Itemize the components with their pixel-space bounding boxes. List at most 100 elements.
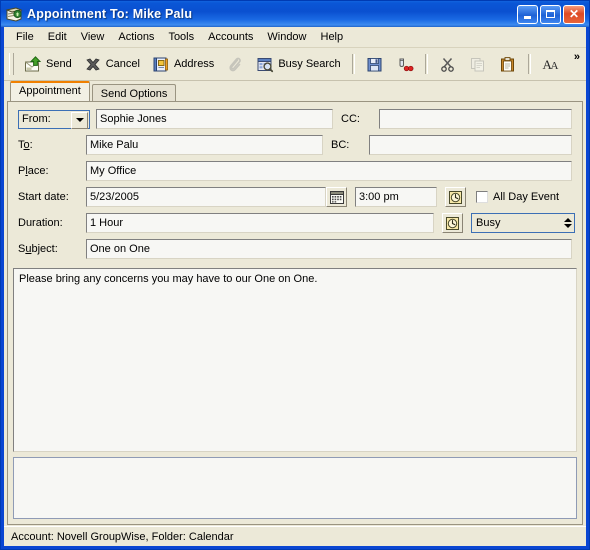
toolbar-separator [351, 54, 355, 74]
all-day-event-label: All Day Event [493, 191, 560, 203]
tab-strip: Appointment Send Options [4, 81, 586, 101]
window-controls: ✕ [517, 4, 587, 24]
all-day-event-control[interactable]: All Day Event [476, 191, 559, 203]
cancel-button[interactable]: Cancel [78, 51, 146, 77]
appointment-book-icon [5, 6, 23, 23]
paste-button[interactable] [493, 51, 523, 77]
busy-search-label: Busy Search [278, 58, 341, 70]
cancel-label: Cancel [105, 58, 140, 70]
toolbar-separator-2 [424, 54, 428, 74]
row-place: Place: My Office [12, 160, 578, 182]
toolbar-separator-3 [527, 54, 531, 74]
menu-tools[interactable]: Tools [161, 29, 201, 45]
bc-label: BC: [331, 139, 350, 151]
menu-bar: File Edit View Actions Tools Accounts Wi… [4, 27, 586, 48]
address-book-icon [152, 56, 170, 73]
calendar-picker-button[interactable] [326, 187, 347, 207]
bc-input[interactable] [369, 135, 572, 155]
maximize-icon [546, 10, 555, 18]
from-dropdown[interactable]: From: [18, 109, 90, 129]
minimize-icon [524, 15, 531, 19]
save-floppy-icon [366, 56, 384, 73]
menu-view[interactable]: View [74, 29, 112, 45]
tab-send-options[interactable]: Send Options [91, 84, 177, 101]
form-fields: From: Sophie Jones CC: To: Mike Palu BC: [8, 102, 582, 266]
send-label: Send [46, 58, 72, 70]
place-input[interactable]: My Office [86, 161, 572, 181]
send-button[interactable]: Send [18, 51, 78, 77]
tab-appointment[interactable]: Appointment [10, 81, 90, 101]
status-text: Account: Novell GroupWise, Folder: Calen… [11, 530, 234, 543]
show-as-dropdown[interactable]: Busy [471, 213, 575, 233]
row-start-date: Start date: 5/23/2005 3:00 pm All Day Ev… [12, 186, 578, 208]
toolbar: Send Cancel Address Busy Search A A » [4, 48, 586, 81]
menu-help[interactable]: Help [314, 29, 351, 45]
row-to-bc: To: Mike Palu BC: [12, 134, 578, 156]
to-label: To: [18, 139, 33, 151]
maximize-button[interactable] [540, 4, 561, 24]
row-from-cc: From: Sophie Jones CC: [12, 108, 578, 130]
address-label: Address [173, 58, 215, 70]
to-input[interactable]: Mike Palu [86, 135, 323, 155]
font-button[interactable]: A A [536, 51, 566, 77]
attach-button[interactable] [220, 51, 250, 77]
subject-label: Subject: [18, 243, 58, 255]
appointment-window: Appointment To: Mike Palu ✕ File Edit Vi… [0, 0, 590, 550]
from-label: From: [22, 113, 51, 125]
busy-search-icon [256, 56, 274, 73]
client-area: File Edit View Actions Tools Accounts Wi… [1, 27, 589, 549]
status-bar: Account: Novell GroupWise, Folder: Calen… [4, 526, 586, 546]
menu-accounts[interactable]: Accounts [201, 29, 260, 45]
cc-input[interactable] [379, 109, 572, 129]
place-label: Place: [18, 165, 49, 177]
start-date-label: Start date: [18, 191, 69, 203]
start-time-input[interactable]: 3:00 pm [355, 187, 437, 207]
cut-scissors-icon [439, 56, 457, 73]
close-button[interactable]: ✕ [563, 4, 585, 24]
clock-icon [449, 190, 462, 204]
spell-check-button[interactable] [390, 51, 420, 77]
font-icon: A A [542, 56, 560, 73]
cc-label: CC: [341, 113, 360, 125]
show-as-value: Busy [476, 217, 501, 229]
clock-icon [446, 216, 459, 230]
attachment-pane[interactable] [13, 457, 577, 519]
paste-clipboard-icon [499, 56, 517, 73]
subject-input[interactable]: One on One [86, 239, 572, 259]
spell-check-icon [396, 56, 414, 73]
close-icon: ✕ [568, 7, 580, 21]
row-subject: Subject: One on One [12, 238, 578, 260]
duration-picker-button[interactable] [442, 213, 463, 233]
cut-button[interactable] [433, 51, 463, 77]
title-bar[interactable]: Appointment To: Mike Palu ✕ [1, 1, 589, 27]
window-title: Appointment To: Mike Palu [27, 7, 193, 21]
busy-search-button[interactable]: Busy Search [250, 51, 346, 77]
row-duration: Duration: 1 Hour Busy [12, 212, 578, 234]
address-button[interactable]: Address [146, 51, 220, 77]
start-date-input[interactable]: 5/23/2005 [86, 187, 326, 207]
duration-input[interactable]: 1 Hour [86, 213, 434, 233]
menu-edit[interactable]: Edit [41, 29, 74, 45]
start-time-picker-button[interactable] [445, 187, 466, 207]
calendar-icon [329, 190, 344, 204]
from-input[interactable]: Sophie Jones [96, 109, 333, 129]
menu-file[interactable]: File [9, 29, 41, 45]
all-day-event-checkbox[interactable] [476, 191, 488, 203]
svg-text:A: A [550, 60, 558, 72]
copy-button[interactable] [463, 51, 493, 77]
menu-actions[interactable]: Actions [111, 29, 161, 45]
send-envelope-icon [24, 55, 42, 73]
paperclip-icon [226, 56, 244, 73]
message-body-input[interactable]: Please bring any concerns you may have t… [13, 268, 577, 452]
minimize-button[interactable] [517, 4, 538, 24]
copy-icon [469, 56, 487, 73]
toolbar-overflow-button[interactable]: » [571, 50, 583, 64]
toolbar-grip[interactable] [9, 53, 14, 75]
save-button[interactable] [360, 51, 390, 77]
appointment-form-panel: From: Sophie Jones CC: To: Mike Palu BC: [7, 101, 583, 525]
menu-window[interactable]: Window [260, 29, 313, 45]
duration-label: Duration: [18, 217, 63, 229]
cancel-x-icon [84, 56, 102, 73]
spinner-arrows-icon[interactable] [564, 215, 572, 231]
chevron-down-icon[interactable] [71, 111, 88, 129]
